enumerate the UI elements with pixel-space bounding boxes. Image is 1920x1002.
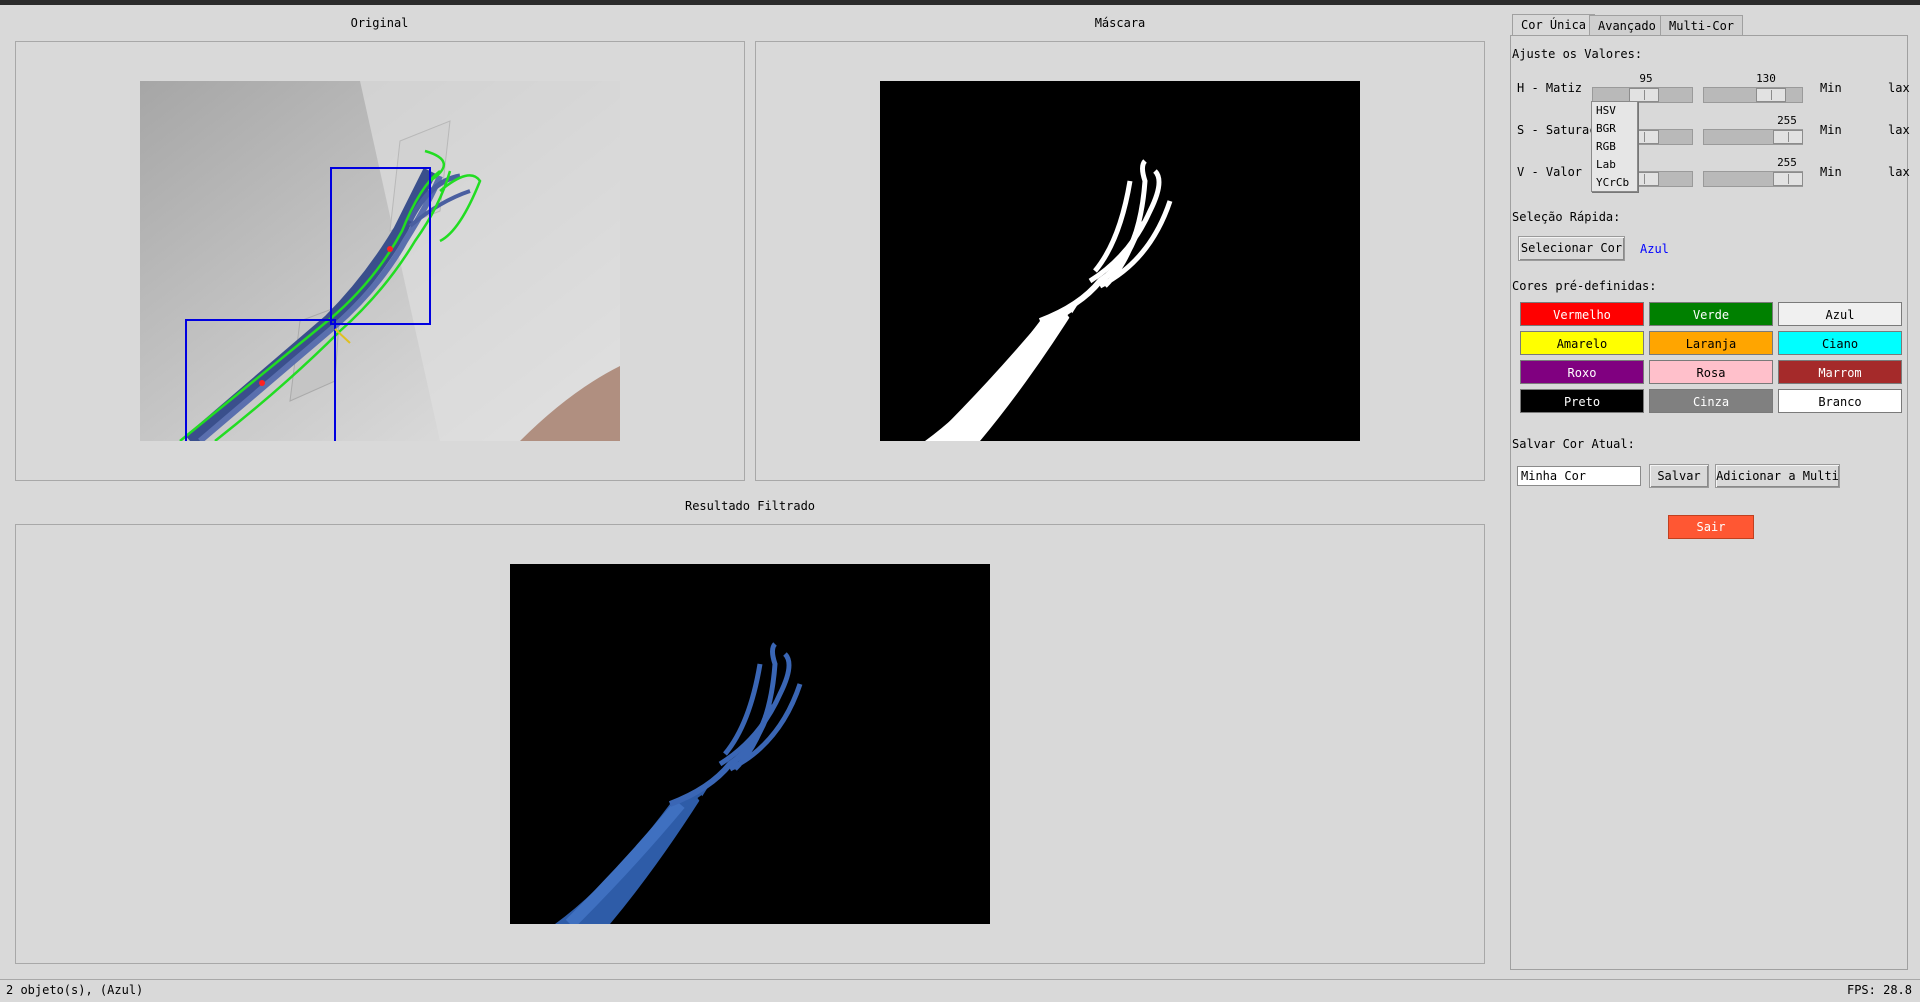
preset-marrom-button[interactable]: Marrom: [1778, 360, 1902, 384]
preset-branco-button[interactable]: Branco: [1778, 389, 1902, 413]
dropdown-option-lab[interactable]: Lab: [1592, 156, 1637, 174]
preset-azul-button[interactable]: Azul: [1778, 302, 1902, 326]
preset-preto-button[interactable]: Preto: [1520, 389, 1644, 413]
mask-title: Máscara: [1094, 16, 1146, 30]
exit-button[interactable]: Sair: [1668, 515, 1754, 539]
quick-section-label: Seleção Rápida:: [1512, 210, 1621, 224]
colorspace-dropdown-menu[interactable]: HSV BGR RGB Lab YCrCb: [1591, 101, 1638, 192]
result-image: [510, 564, 990, 924]
status-bar: 2 objeto(s), (Azul) FPS: 28.8: [0, 979, 1920, 1002]
s-max-value: 255: [1777, 114, 1797, 127]
preset-amarelo-button[interactable]: Amarelo: [1520, 331, 1644, 355]
presets-section-label: Cores pré-definidas:: [1512, 279, 1657, 293]
v-max-label: lax: [1888, 165, 1910, 179]
v-max-value: 255: [1777, 156, 1797, 169]
preset-roxo-button[interactable]: Roxo: [1520, 360, 1644, 384]
h-max-label: lax: [1888, 81, 1910, 95]
preset-ciano-button[interactable]: Ciano: [1778, 331, 1902, 355]
h-min-value: 95: [1639, 72, 1653, 85]
add-to-multi-button[interactable]: Adicionar a Multi: [1715, 464, 1840, 488]
tab-avancado[interactable]: Avançado: [1589, 15, 1665, 35]
dropdown-option-bgr[interactable]: BGR: [1592, 120, 1637, 138]
preset-cinza-button[interactable]: Cinza: [1649, 389, 1773, 413]
mask-image: [880, 81, 1360, 441]
v-max-slider[interactable]: [1703, 171, 1803, 187]
s-max-thumb[interactable]: [1773, 130, 1803, 144]
v-max-thumb[interactable]: [1773, 172, 1803, 186]
result-title: Resultado Filtrado: [684, 499, 816, 513]
s-max-label: lax: [1888, 123, 1910, 137]
fps-readout: FPS: 28.8: [1846, 983, 1912, 997]
save-name-input[interactable]: [1517, 466, 1641, 486]
v-min-label: Min: [1820, 165, 1842, 179]
s-max-slider[interactable]: [1703, 129, 1803, 145]
slider-v-label: V - Valor: [1517, 165, 1583, 179]
save-section-label: Salvar Cor Atual:: [1512, 437, 1635, 451]
save-button[interactable]: Salvar: [1649, 464, 1709, 488]
h-max-thumb[interactable]: [1756, 88, 1786, 102]
dropdown-option-rgb[interactable]: RGB: [1592, 138, 1637, 156]
preset-verde-button[interactable]: Verde: [1649, 302, 1773, 326]
selected-color-name: Azul: [1640, 242, 1669, 256]
h-max-value: 130: [1756, 72, 1776, 85]
preset-laranja-button[interactable]: Laranja: [1649, 331, 1773, 355]
h-min-label: Min: [1820, 81, 1842, 95]
window-top-border: [0, 0, 1920, 5]
tab-cor-unica[interactable]: Cor Única: [1512, 14, 1596, 36]
status-left-text: 2 objeto(s), (Azul): [6, 983, 144, 997]
preset-vermelho-button[interactable]: Vermelho: [1520, 302, 1644, 326]
tab-multi-cor[interactable]: Multi-Cor: [1660, 15, 1744, 35]
select-color-button[interactable]: Selecionar Cor: [1518, 236, 1625, 261]
adjust-section-label: Ajuste os Valores:: [1512, 47, 1643, 61]
original-title: Original: [350, 16, 409, 30]
s-min-label: Min: [1820, 123, 1842, 137]
slider-h-label: H - Matiz: [1517, 81, 1583, 95]
h-min-thumb[interactable]: [1629, 88, 1659, 102]
dropdown-option-hsv[interactable]: HSV: [1592, 102, 1637, 120]
h-max-slider[interactable]: [1703, 87, 1803, 103]
dropdown-option-ycrcb[interactable]: YCrCb: [1592, 174, 1637, 192]
preset-rosa-button[interactable]: Rosa: [1649, 360, 1773, 384]
original-camera-image: [140, 81, 620, 441]
